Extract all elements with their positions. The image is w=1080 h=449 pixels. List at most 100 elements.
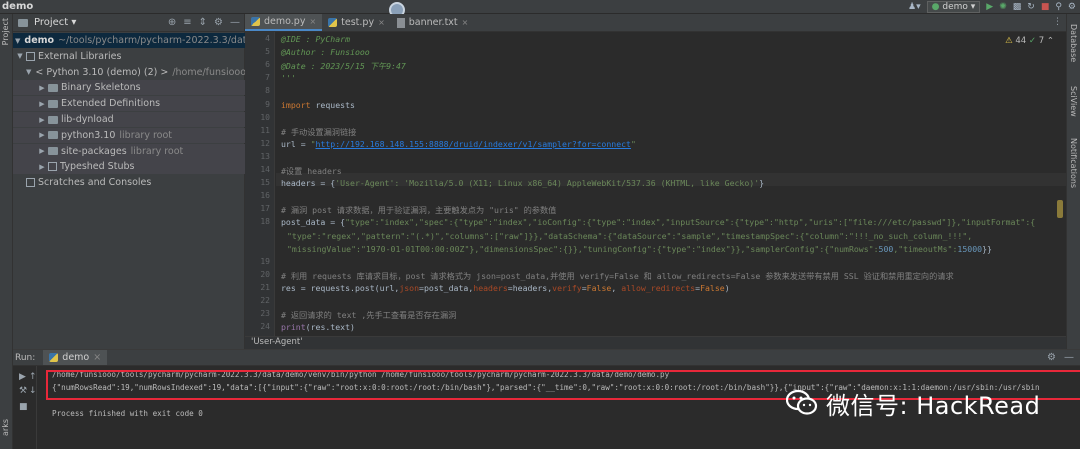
- code-token: # 返回请求的 text ,先手工查看是否存在漏洞: [281, 310, 457, 321]
- code-token: print: [281, 322, 306, 333]
- tab-banner-txt[interactable]: banner.txt ×: [391, 14, 475, 31]
- project-panel-actions: ⊕ ≡ ⇕ ⚙ —: [168, 17, 244, 28]
- tree-item[interactable]: ▶ Extended Definitions: [13, 96, 245, 112]
- code-editor[interactable]: 4 5 6 7 8 9 10 11 12 13 14 15 16 17 18 19 20 21 22 23 24 @ID…: [245, 32, 1066, 336]
- editor-scrollbar-marker[interactable]: [1057, 200, 1063, 218]
- code-token: allow_redirects: [621, 282, 696, 293]
- inspection-widget[interactable]: ⚠ 44 ✓ 7 ⌃: [1005, 36, 1054, 46]
- chevron-right-icon[interactable]: ▶: [37, 147, 47, 155]
- tree-item[interactable]: ▼ < Python 3.10 (demo) (2) >/home/funsioo…: [13, 65, 245, 80]
- close-icon[interactable]: ×: [462, 18, 469, 27]
- line-gutter: 4 5 6 7 8 9 10 11 12 13 14 15 16 17 18 19 20 21 22 23 24: [245, 32, 275, 336]
- chevron-right-icon[interactable]: ▶: [37, 84, 47, 92]
- tree-item-label: External Libraries: [38, 50, 122, 62]
- tab-label: test.py: [341, 17, 375, 28]
- tool-tab-bookmarks[interactable]: arks: [1, 419, 10, 436]
- chevron-down-icon[interactable]: ▼: [26, 68, 31, 76]
- tab-label: banner.txt: [408, 17, 458, 28]
- chevron-right-icon[interactable]: ▶: [37, 100, 47, 108]
- code-line: "missingValue":"1970-01-01T00:00:00Z"},"…: [287, 244, 992, 254]
- line-number: 7: [265, 73, 270, 83]
- breadcrumb[interactable]: 'User-Agent': [245, 336, 1066, 349]
- tab-demo-py[interactable]: demo.py ×: [245, 14, 323, 31]
- tool-tab-notifications[interactable]: Notifications: [1069, 138, 1078, 188]
- coverage-icon[interactable]: ▩: [1013, 1, 1022, 13]
- tree-item[interactable]: Scratches and Consoles: [13, 175, 245, 190]
- user-icon[interactable]: ♟▾: [908, 1, 921, 13]
- wrench-icon[interactable]: ⚒: [19, 386, 27, 396]
- folder-icon: [48, 147, 58, 156]
- tree-item-detail: ~/tools/pycharm/pycharm-2022.3.3/data/de: [58, 35, 245, 46]
- tree-item[interactable]: ▶ Binary Skeletons: [13, 80, 245, 96]
- chevron-down-icon[interactable]: ▼: [15, 37, 20, 45]
- code-token: #设置 headers: [281, 166, 342, 176]
- tool-tab-project[interactable]: Project: [1, 18, 10, 45]
- left-tool-stripe: Project arks: [0, 14, 13, 449]
- hide-icon[interactable]: —: [230, 17, 240, 28]
- search-icon[interactable]: ⚲: [1055, 1, 1062, 13]
- project-panel-title[interactable]: Project ▾: [34, 17, 76, 28]
- tree-item[interactable]: ▶ lib-dynload: [13, 112, 245, 127]
- tree-item-label: demo: [24, 35, 55, 46]
- toolbar-right: ♟▾ ● demo ▾ ▶ ✺ ▩ ↻ ■ ⚲ ⚙: [908, 0, 1076, 14]
- profile-icon[interactable]: ↻: [1027, 1, 1035, 13]
- tree-item[interactable]: ▶ Typeshed Stubs: [13, 159, 245, 175]
- chevron-right-icon[interactable]: ▶: [37, 131, 47, 139]
- scroll-down-icon[interactable]: ↓: [29, 386, 37, 396]
- run-tab-demo[interactable]: demo ×: [43, 350, 108, 365]
- tree-item-label: Typeshed Stubs: [60, 161, 135, 173]
- tool-tab-database[interactable]: Database: [1069, 24, 1078, 62]
- tool-tab-sciview[interactable]: SciView: [1069, 86, 1078, 117]
- code-line: # 手动设置漏洞链接: [281, 126, 356, 138]
- tree-item[interactable]: ▼ External Libraries: [13, 49, 245, 64]
- code-line: # 利用 requests 库请求目标，post 请求格式为 json=post…: [281, 270, 954, 282]
- code-line: post_data = {"type":"index","spec":{"typ…: [281, 217, 1035, 227]
- tab-label: demo.py: [264, 16, 306, 27]
- chevron-right-icon[interactable]: ▶: [37, 163, 47, 171]
- chevron-up-icon: ⌃: [1046, 36, 1054, 46]
- locate-icon[interactable]: ⊕: [168, 17, 176, 28]
- code-token: (res.text): [305, 322, 355, 333]
- settings-icon[interactable]: ⚙: [1047, 352, 1056, 363]
- code-token: # 漏洞 post 请求数据，用于验证漏洞，主要触发点为 "uris" 的参数值: [281, 205, 557, 216]
- code-token: 15000: [957, 243, 983, 254]
- collapse-icon[interactable]: ≡: [183, 17, 191, 28]
- code-line: # 返回请求的 text ,先手工查看是否存在漏洞: [281, 309, 456, 321]
- settings-icon[interactable]: ⚙: [1068, 1, 1076, 13]
- line-number: 9: [265, 99, 270, 109]
- tree-item[interactable]: ▼ demo ~/tools/pycharm/pycharm-2022.3.3/da…: [13, 33, 245, 48]
- close-icon[interactable]: ×: [93, 352, 101, 363]
- chevron-right-icon[interactable]: ▶: [37, 116, 47, 124]
- window-title: demo: [2, 1, 34, 12]
- code-token: 500: [878, 243, 894, 254]
- code-token: # 手动设置漏洞链接: [281, 126, 357, 137]
- rerun-icon[interactable]: ▶: [19, 372, 26, 382]
- code-token: False: [700, 282, 725, 293]
- line-number: 16: [260, 191, 270, 201]
- exit-message: Process finished with exit code 0: [52, 409, 203, 418]
- run-config-selector[interactable]: ● demo ▾: [926, 1, 981, 13]
- line-number: 24: [260, 322, 270, 332]
- run-icon[interactable]: ▶: [986, 1, 993, 13]
- code-token: # 利用 requests 库请求目标，post 请求格式为 json=post…: [281, 270, 954, 281]
- stop-icon[interactable]: ■: [19, 402, 28, 412]
- tree-item-label: Binary Skeletons: [61, 82, 141, 94]
- hide-icon[interactable]: —: [1064, 352, 1074, 363]
- code-token: post_data = {: [281, 217, 346, 228]
- close-icon[interactable]: ×: [378, 18, 385, 27]
- stop-icon[interactable]: ■: [1041, 1, 1050, 13]
- chevron-down-icon[interactable]: ▼: [15, 52, 25, 60]
- tree-item-detail: library root: [130, 145, 184, 157]
- close-icon[interactable]: ×: [309, 17, 316, 26]
- tab-test-py[interactable]: test.py ×: [322, 14, 391, 31]
- debug-icon[interactable]: ✺: [999, 1, 1007, 13]
- scroll-up-icon[interactable]: ↑: [29, 372, 37, 382]
- code-token: http://192.168.148.155:8888/druid/indexe…: [315, 138, 631, 149]
- tree-item[interactable]: ▶ site-packages library root: [13, 143, 245, 159]
- breadcrumb-item[interactable]: 'User-Agent': [251, 337, 303, 347]
- expand-icon[interactable]: ⇕: [199, 17, 207, 28]
- settings-icon[interactable]: ⚙: [214, 17, 223, 28]
- tree-item[interactable]: ▶ python3.10 library root: [13, 127, 245, 143]
- more-tabs-icon[interactable]: ⋮: [1053, 14, 1066, 31]
- project-panel: Project ▾ ⊕ ≡ ⇕ ⚙ — ▼ demo ~/tools/pycharm…: [13, 14, 245, 349]
